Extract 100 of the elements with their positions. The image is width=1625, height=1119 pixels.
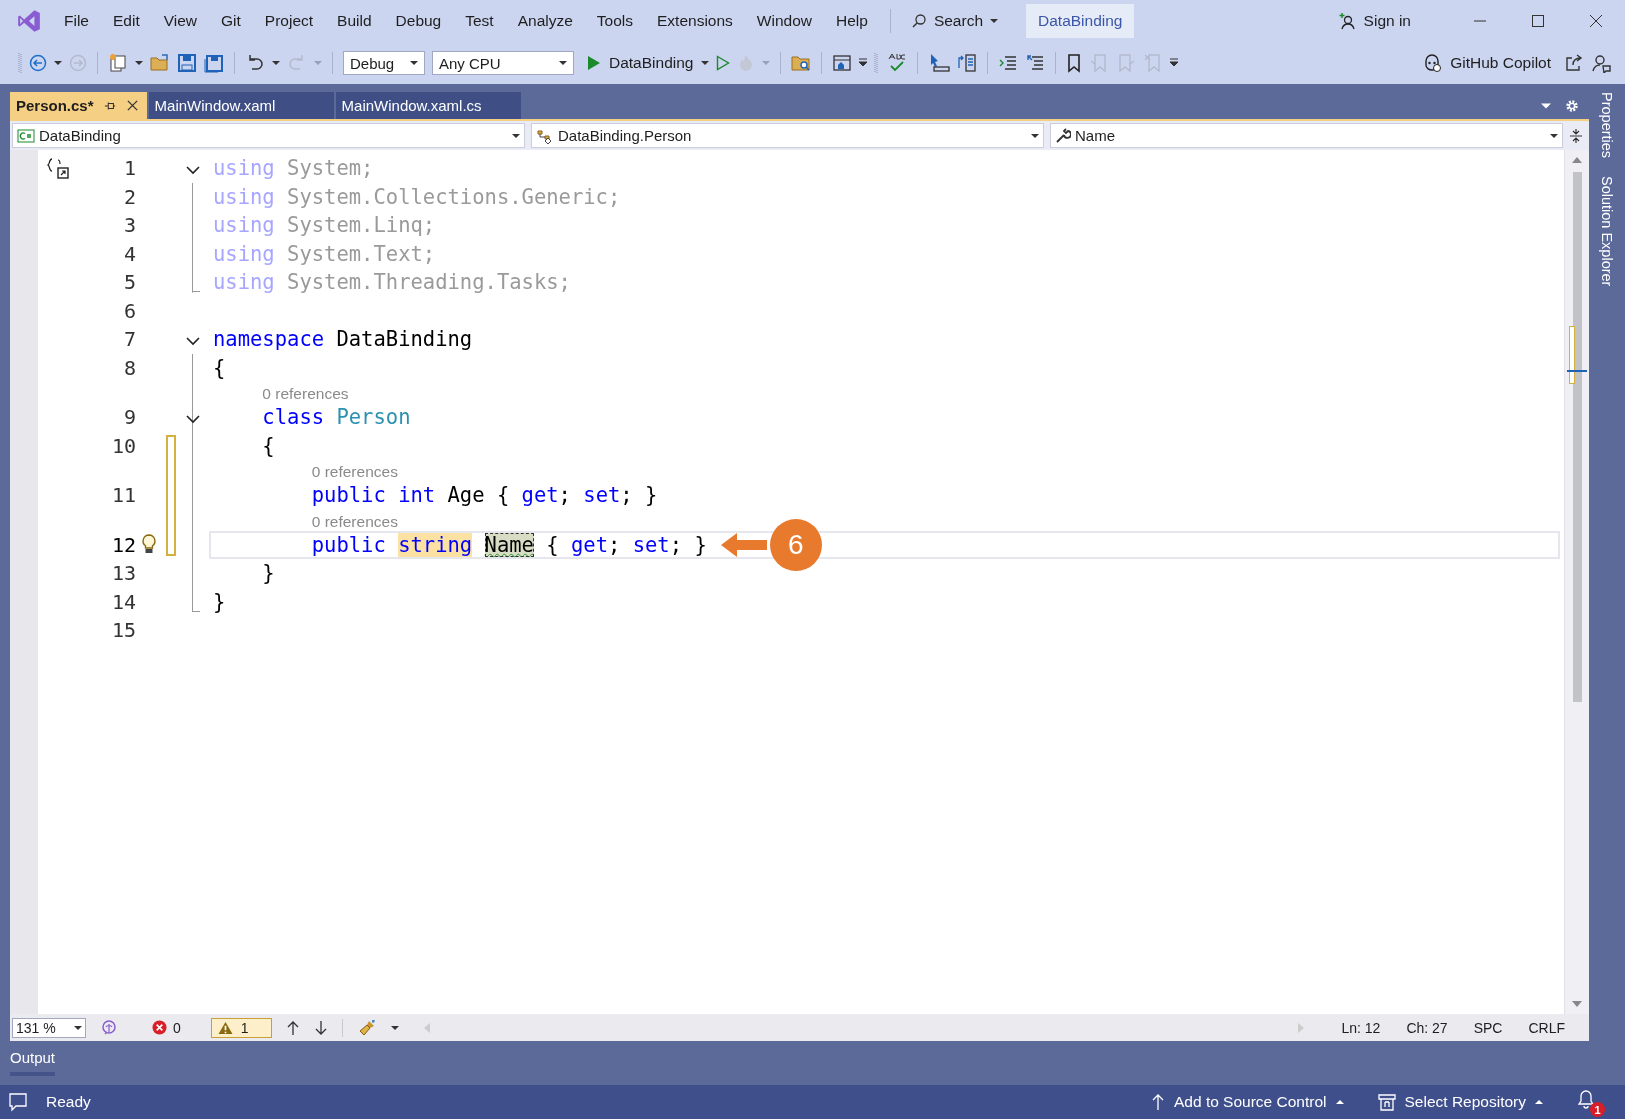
window-home-icon[interactable] — [832, 53, 853, 73]
save-all-icon[interactable] — [204, 53, 224, 73]
settings-icon[interactable] — [1565, 98, 1579, 113]
code-line: using System; — [213, 155, 374, 182]
open-folder-icon[interactable] — [150, 53, 170, 73]
line-endings-indicator[interactable]: CRLF — [1528, 1019, 1565, 1036]
menu-item[interactable]: Build — [325, 8, 384, 34]
caret-icon — [559, 59, 567, 67]
repository-icon — [1377, 1093, 1396, 1111]
caret-icon[interactable] — [390, 1023, 399, 1032]
line-number: 9 — [122, 404, 136, 431]
whitespace-indicator[interactable]: SPC — [1473, 1019, 1503, 1036]
solution-name: DataBinding — [1026, 4, 1135, 38]
brain-icon[interactable] — [100, 1018, 118, 1037]
caret-icon[interactable] — [135, 59, 143, 67]
repository-button[interactable]: Select Repository — [1377, 1093, 1543, 1111]
caret-icon — [1335, 1098, 1344, 1106]
code-line: { — [213, 354, 226, 381]
indent-icon[interactable] — [998, 53, 1019, 73]
navigation-dropdown[interactable]: DataBinding — [12, 123, 525, 148]
menu-item[interactable]: Help — [824, 8, 880, 34]
error-count[interactable]: 0 — [152, 1019, 181, 1036]
scroll-thumb[interactable] — [1573, 172, 1582, 702]
scroll-up-icon[interactable] — [1572, 156, 1582, 164]
bookmark-icon[interactable] — [1066, 53, 1083, 73]
code-line: using System.Threading.Tasks; — [213, 269, 571, 296]
warning-count[interactable]: 1 — [210, 1017, 272, 1038]
references-count[interactable]: 0 references — [311, 512, 398, 531]
line-number: 11 — [110, 482, 136, 509]
menu-item[interactable]: Project — [252, 8, 326, 34]
outdent-icon[interactable] — [1025, 53, 1046, 73]
menu-item[interactable]: Debug — [383, 8, 454, 34]
caret-icon[interactable] — [54, 59, 62, 67]
output-tab[interactable]: Output — [10, 1045, 56, 1076]
save-icon[interactable] — [177, 53, 197, 73]
play-outline-icon[interactable] — [716, 55, 731, 71]
caret-icon[interactable] — [859, 58, 868, 68]
menu-item[interactable]: Test — [453, 8, 506, 34]
caret-position-marker — [1567, 370, 1587, 372]
feedback-icon[interactable] — [1591, 53, 1611, 73]
csharp-file-icon — [17, 128, 35, 143]
up-arrow-icon[interactable] — [285, 1019, 300, 1036]
navigation-dropdown[interactable]: DataBinding.Person — [531, 123, 1044, 148]
close-icon[interactable] — [1589, 14, 1603, 28]
sign-in-button[interactable]: Sign in — [1338, 12, 1411, 30]
split-icon[interactable] — [1569, 127, 1583, 144]
scrollbar[interactable] — [1564, 150, 1589, 1014]
zoom-dropdown[interactable]: 131 % — [12, 1017, 86, 1038]
new-item-icon[interactable] — [108, 53, 128, 73]
menu-item[interactable]: View — [151, 8, 210, 34]
folder-search-icon[interactable] — [791, 53, 812, 73]
status-message: Ready — [46, 1093, 91, 1111]
menu-item[interactable]: File — [52, 8, 101, 34]
menu-item[interactable]: Edit — [101, 8, 152, 34]
back-icon[interactable] — [29, 54, 47, 72]
collapse-icon[interactable] — [186, 164, 200, 175]
line-number: 15 — [110, 617, 136, 644]
chat-icon[interactable] — [8, 1092, 28, 1112]
references-count[interactable]: 0 references — [311, 463, 398, 481]
code-line: } — [261, 560, 275, 587]
share-icon[interactable] — [1564, 53, 1584, 73]
side-tab[interactable]: Properties — [1599, 92, 1615, 159]
lightbulb-icon[interactable] — [141, 533, 157, 555]
down-arrow-icon[interactable] — [313, 1019, 328, 1036]
document-tab[interactable]: MainWindow.xaml.cs — [335, 92, 521, 119]
document-arrow-icon[interactable] — [957, 53, 978, 73]
code-line: } — [213, 588, 226, 615]
caret-icon — [1031, 131, 1039, 140]
source-control-button[interactable]: Add to Source Control — [1151, 1093, 1344, 1111]
document-tab[interactable]: MainWindow.xaml — [148, 92, 334, 119]
caret-icon[interactable] — [272, 59, 280, 67]
search-button[interactable]: Search — [900, 8, 1008, 34]
scope-icon[interactable] — [45, 155, 71, 182]
collapse-icon[interactable] — [186, 335, 200, 346]
menu-item[interactable]: Tools — [584, 8, 646, 34]
change-marker — [1569, 326, 1575, 384]
start-button[interactable]: DataBinding — [587, 54, 710, 72]
code-line: { — [261, 432, 275, 459]
platform-dropdown[interactable]: Any CPU — [432, 51, 574, 75]
menu-item[interactable]: Extensions — [645, 8, 745, 34]
collapse-icon[interactable] — [186, 413, 200, 424]
menu-item[interactable]: Window — [744, 8, 824, 34]
app-logo-icon — [16, 8, 42, 34]
code-line: public string Name { get; set; } — [310, 531, 707, 558]
notifications-button[interactable]: 1 — [1577, 1087, 1605, 1117]
references-count[interactable]: 0 references — [262, 385, 349, 403]
copilot-button[interactable]: GitHub Copilot — [1422, 53, 1551, 73]
cursor-icon[interactable] — [928, 53, 951, 73]
scroll-down-icon[interactable] — [1572, 1000, 1582, 1008]
caret-icon[interactable] — [1170, 58, 1179, 68]
column-indicator[interactable]: Ch: 27 — [1406, 1019, 1448, 1036]
document-tab[interactable]: Person.cs* — [10, 92, 147, 119]
close-icon[interactable] — [125, 99, 139, 112]
maximize-icon[interactable] — [1531, 14, 1545, 28]
menu-item[interactable]: Git — [209, 8, 253, 34]
configuration-dropdown[interactable]: Debug — [343, 51, 425, 75]
menu-item[interactable]: Analyze — [505, 8, 585, 34]
side-tab[interactable]: Solution Explorer — [1599, 176, 1615, 287]
line-indicator[interactable]: Ln: 12 — [1341, 1019, 1381, 1036]
navigation-dropdown[interactable]: Name — [1050, 123, 1563, 148]
